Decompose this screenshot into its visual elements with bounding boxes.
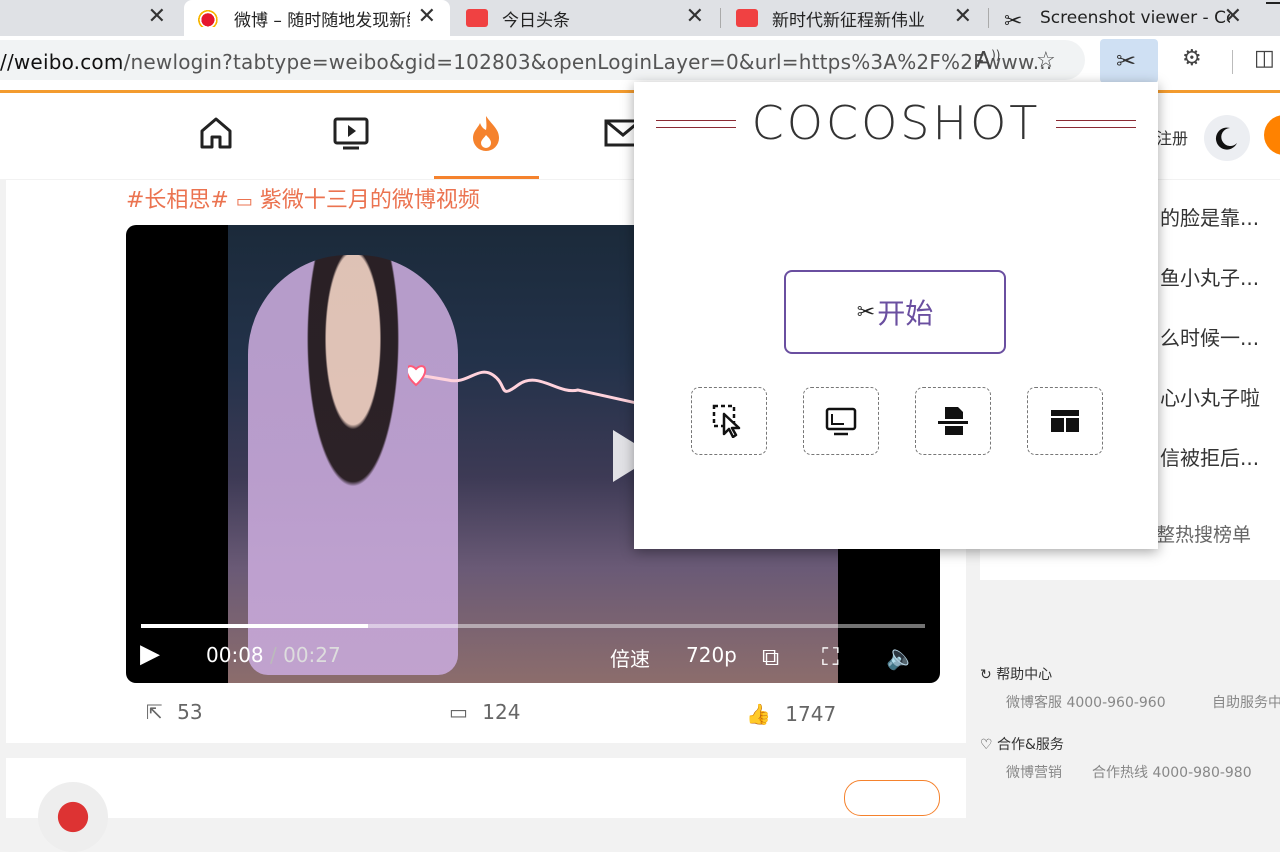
toutiao-logo-icon	[466, 9, 488, 27]
thumbs-up-icon: 👍	[746, 702, 771, 726]
footer-link[interactable]: 合作热线 4000-980-980	[1092, 762, 1252, 782]
hot-item[interactable]: 信被拒后...	[1160, 442, 1259, 471]
split-screen-icon[interactable]: ◫	[1254, 46, 1275, 71]
read-aloud-icon[interactable]: A))	[976, 48, 1000, 73]
cocoshot-extension-button[interactable]: ✂	[1100, 39, 1158, 83]
url-text[interactable]: //weibo.com/newlogin?tabtype=weibo&gid=1…	[0, 50, 1052, 74]
tab-screenshot-viewer[interactable]: ✂ Screenshot viewer - Cocoshot ✕	[990, 0, 1256, 36]
video-source-link[interactable]: 紫微十三月的微博视频	[260, 188, 480, 213]
tab-divider	[988, 8, 989, 28]
nav-active-indicator	[434, 176, 539, 179]
video-icon[interactable]	[331, 113, 371, 153]
visible-screen-tool[interactable]	[803, 387, 879, 455]
tab-weibo[interactable]: 微博 – 随时随地发现新鲜事 ✕	[184, 0, 450, 36]
volume-icon[interactable]: 🔈	[886, 643, 916, 671]
layout-grid-icon	[1051, 410, 1079, 432]
video-camera-icon: ▭	[235, 191, 253, 212]
post-hashtag-line: #长相思# ▭ 紫微十三月的微博视频	[126, 182, 480, 214]
weibo-logo-icon	[198, 9, 220, 27]
close-icon[interactable]: ✕	[954, 4, 972, 29]
footer-link[interactable]: 自助服务中心	[1212, 692, 1280, 712]
select-area-tool[interactable]	[691, 387, 767, 455]
footer-link[interactable]: 微博营销	[1006, 762, 1062, 782]
hot-item[interactable]: 心小丸子啦	[1160, 382, 1260, 411]
picture-in-picture-icon[interactable]: ⧉	[762, 643, 779, 671]
comment-icon: ▭	[449, 700, 468, 724]
quality-button[interactable]: 720p	[686, 643, 737, 667]
tab-0[interactable]: ✕	[0, 0, 180, 36]
cooperation-title[interactable]: ♡ 合作&服务	[980, 734, 1064, 754]
help-icon: ↻	[980, 667, 992, 683]
moon-icon	[1215, 127, 1237, 150]
close-icon[interactable]: ✕	[148, 4, 166, 29]
heart-icon: ♡	[980, 737, 993, 753]
close-icon[interactable]: ✕	[418, 4, 436, 29]
toolbar-divider	[1232, 50, 1233, 74]
video-progress-fill	[141, 624, 369, 628]
start-capture-button[interactable]: ✂ 开始	[784, 270, 1006, 354]
toutiao-logo-icon	[736, 9, 758, 27]
layout-tool[interactable]	[1027, 387, 1103, 455]
hot-item[interactable]: 么时候一...	[1160, 322, 1259, 351]
repost-button[interactable]: ⇱ 53	[146, 700, 203, 724]
close-icon[interactable]: ✕	[686, 4, 704, 29]
video-time: 00:08 / 00:27	[206, 643, 341, 667]
repost-icon: ⇱	[146, 700, 163, 724]
extensions-puzzle-icon[interactable]: ⚙	[1182, 46, 1202, 71]
weibo-logo-button[interactable]	[1264, 115, 1280, 155]
scissors-icon: ✂	[856, 299, 876, 324]
footer-link[interactable]: 微博客服 4000-960-960	[1006, 692, 1166, 712]
tab-toutiao[interactable]: 今日头条 ✕	[452, 0, 718, 36]
avatar[interactable]	[38, 782, 108, 852]
speed-button[interactable]: 倍速	[610, 643, 650, 672]
fullscreen-icon[interactable]: ⛶	[822, 643, 839, 671]
like-button[interactable]: 👍 1747	[746, 702, 836, 726]
omnibox[interactable]: //weibo.com/newlogin?tabtype=weibo&gid=1…	[0, 40, 1085, 80]
hot-item[interactable]: 的脸是靠...	[1160, 202, 1259, 231]
monitor-icon	[825, 407, 857, 436]
hot-fire-icon[interactable]	[466, 113, 506, 153]
minimize-icon[interactable]	[1266, 2, 1280, 4]
close-icon[interactable]: ✕	[1224, 4, 1242, 29]
cocoshot-popup: COCOSHOT ✂ 开始	[634, 82, 1158, 549]
tab-bar: ✕ 微博 – 随时随地发现新鲜事 ✕ 今日头条 ✕ 新时代新征程新伟业 ✕ ✂ …	[0, 0, 1280, 36]
brand-decoration-line	[1056, 120, 1136, 128]
follow-button[interactable]	[844, 780, 940, 816]
more-hot-search-link[interactable]: 整热搜榜单 ›	[1156, 520, 1280, 547]
document-scan-icon	[938, 407, 968, 435]
hot-item[interactable]: 鱼小丸子...	[1160, 262, 1259, 291]
full-page-tool[interactable]	[915, 387, 991, 455]
next-post-card	[6, 758, 966, 852]
scissors-icon: ✂	[1116, 47, 1137, 75]
scissors-icon: ✂	[1004, 9, 1023, 34]
tab-divider	[720, 8, 721, 28]
register-link[interactable]: 注册	[1156, 125, 1188, 149]
select-area-cursor-icon	[712, 404, 741, 438]
dark-mode-toggle[interactable]	[1204, 115, 1250, 161]
video-progress-bar[interactable]	[141, 624, 925, 628]
play-icon[interactable]: ▶	[140, 639, 160, 669]
video-frame-figure	[248, 255, 458, 675]
help-center-title[interactable]: ↻ 帮助中心	[980, 664, 1052, 684]
tab-news[interactable]: 新时代新征程新伟业 ✕	[722, 0, 986, 36]
hashtag-link[interactable]: #长相思#	[126, 188, 229, 213]
comment-button[interactable]: ▭ 124	[449, 700, 520, 724]
home-icon[interactable]	[196, 113, 236, 153]
favorite-star-icon[interactable]: ☆	[1036, 48, 1056, 73]
